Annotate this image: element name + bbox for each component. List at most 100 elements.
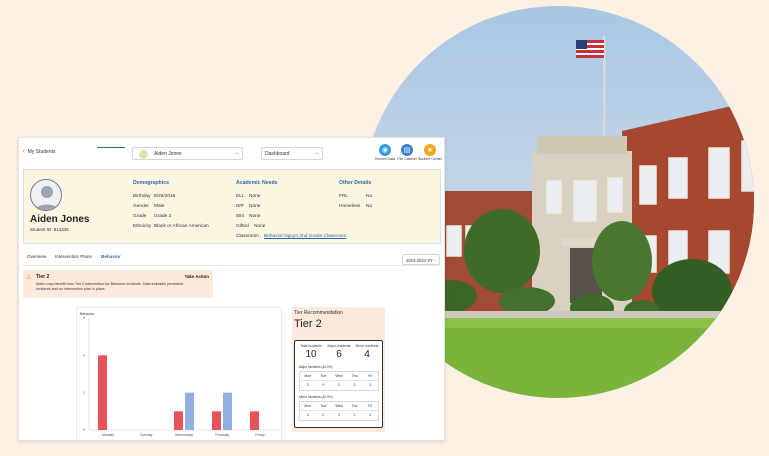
y-tick-label: 6	[83, 316, 85, 320]
field-label: ELL	[236, 193, 245, 199]
chevron-left-icon: ‹	[23, 149, 25, 155]
avatar	[30, 179, 62, 211]
recommended-tier: Tier 2	[294, 318, 322, 330]
stat-value: 10	[305, 349, 317, 360]
field-label: IEP	[236, 203, 244, 209]
student-center-label: Student Center	[417, 157, 443, 161]
day-header: Wed	[331, 372, 347, 381]
chevron-down-icon: ⌄	[314, 150, 319, 156]
field-value: 9/28/2016	[154, 193, 176, 199]
tab-overview[interactable]: Overview	[27, 254, 46, 259]
day-header: Fri	[362, 372, 378, 381]
chevron-down-icon: ⌄	[234, 150, 239, 156]
tier-alert: ⚠ Tier 2 Take Action Aiden may benefit f…	[23, 270, 213, 298]
day-header: Mon	[300, 372, 316, 381]
x-tick-label: Tuesday	[140, 433, 153, 437]
day-value: 1	[353, 383, 356, 387]
app-window: ‹ My Students Aiden Jones ⌄ Dashboard ⌄ ◉…	[18, 137, 445, 441]
minor-incidents-grid: Mon Tue Wed Thu Fri 0 0 2 2 0	[299, 401, 379, 421]
field-label: FRL	[339, 193, 349, 199]
major-incidents-grid: Mon Tue Wed Thu Fri 3 0 1 1 1	[299, 371, 379, 391]
field-value: Black or African American	[154, 223, 209, 229]
back-link[interactable]: ‹ My Students	[23, 149, 55, 155]
x-tick-label: Thursday	[215, 433, 229, 437]
classroom-link[interactable]: Behavior Nguyn 2nd Grade Classroom	[264, 234, 346, 239]
active-tab-indicator	[97, 147, 125, 148]
take-action-button[interactable]: Take Action	[185, 274, 209, 279]
minor-incidents-stat: Minor Incidents 4	[353, 344, 381, 360]
day-value: 1	[369, 383, 372, 387]
field-label: 504	[236, 213, 245, 219]
student-center-button[interactable]: ★ Student Center	[416, 144, 444, 161]
other-details-section: Other Details FRL No Homeless No	[339, 180, 372, 211]
field-label: Grade	[133, 213, 147, 219]
student-avatar-icon	[139, 150, 148, 159]
day-header: Mon	[300, 402, 316, 411]
day-value: 2	[337, 413, 340, 417]
x-tick-label: Monday	[102, 433, 114, 437]
tab-intervention-plans[interactable]: Intervention Plans	[55, 254, 92, 259]
student-profile-card: Aiden Jones Student ID 813336 Demographi…	[23, 169, 441, 244]
demographics-section: Demographics Birthday 9/28/2016 Gender Mal…	[133, 180, 209, 231]
star-icon: ★	[424, 144, 436, 156]
stat-label: Total Incidents	[300, 344, 322, 348]
bar	[250, 411, 259, 430]
stat-value: 4	[364, 349, 370, 360]
academic-needs-heading: Academic Needs	[236, 180, 278, 186]
stat-label: Minor Incidents	[355, 344, 379, 348]
day-header: Thu	[346, 402, 363, 411]
other-details-heading: Other Details	[339, 180, 372, 186]
view-select[interactable]: Dashboard ⌄	[261, 147, 323, 160]
day-value: 0	[306, 413, 309, 417]
y-tick-label: 4	[83, 354, 85, 358]
bar	[98, 355, 107, 430]
field-value: No	[366, 203, 373, 209]
bar	[185, 392, 194, 430]
alert-title: Tier 2	[36, 274, 50, 280]
day-header: Tue	[315, 372, 332, 381]
back-link-label: My Students	[27, 149, 56, 155]
incident-summary: Total Incidents 10 Major Incidents 6 Min…	[294, 340, 383, 428]
field-value: Male	[154, 203, 165, 209]
cabinet-icon: ▤	[401, 144, 413, 156]
bar	[212, 411, 221, 430]
student-id: Student ID 813336	[30, 227, 69, 232]
day-value: 1	[337, 383, 340, 387]
tab-behavior[interactable]: Behavior	[101, 254, 121, 259]
y-tick-label: 2	[83, 391, 85, 395]
student-id-value: 813336	[53, 227, 69, 232]
school-year-select[interactable]: 2023-2024 SY ⌄	[402, 254, 440, 265]
field-value: None	[249, 203, 261, 209]
minor-incidents-label: Minor Incidents (40.0%)	[299, 395, 333, 399]
x-tick-label: Friday	[255, 433, 265, 437]
student-select[interactable]: Aiden Jones ⌄	[132, 147, 243, 160]
major-incidents-week: Major Incidents (40.0%) Mon Tue Wed Thu …	[299, 365, 379, 391]
record-icon: ◉	[379, 144, 391, 156]
stat-label: Major Incidents	[327, 344, 351, 348]
bar	[174, 411, 183, 430]
stat-value: 6	[336, 349, 342, 360]
bar	[223, 392, 232, 430]
field-value: No	[366, 193, 373, 199]
major-incidents-label: Major Incidents (40.0%)	[299, 365, 333, 369]
top-bar: ‹ My Students Aiden Jones ⌄ Dashboard ⌄ ◉…	[19, 138, 444, 168]
field-label: Ethnicity	[133, 223, 152, 229]
tier-recommendation-panel: Tier Recommendation Tier 2 Total Inciden…	[292, 307, 385, 432]
school-year-value: 2023-2024 SY	[406, 258, 433, 263]
student-id-label: Student ID	[30, 227, 52, 232]
student-name: Aiden Jones	[30, 214, 90, 225]
day-header: Tue	[315, 402, 332, 411]
field-label: Homeless	[339, 203, 361, 209]
field-label: Birthday	[133, 193, 151, 199]
day-value: 0	[369, 413, 372, 417]
day-header: Fri	[362, 402, 378, 411]
field-value: None	[249, 213, 261, 219]
tab-divider	[23, 265, 441, 266]
day-value: 0	[322, 383, 325, 387]
field-value: Grade 2	[154, 213, 172, 219]
field-label: Gender	[133, 203, 149, 209]
warning-icon: ⚠	[26, 275, 32, 281]
major-incidents-stat: Major Incidents 6	[325, 344, 353, 360]
chevron-down-icon: ⌄	[433, 257, 437, 262]
minor-incidents-week: Minor Incidents (40.0%) Mon Tue Wed Thu …	[299, 395, 379, 421]
